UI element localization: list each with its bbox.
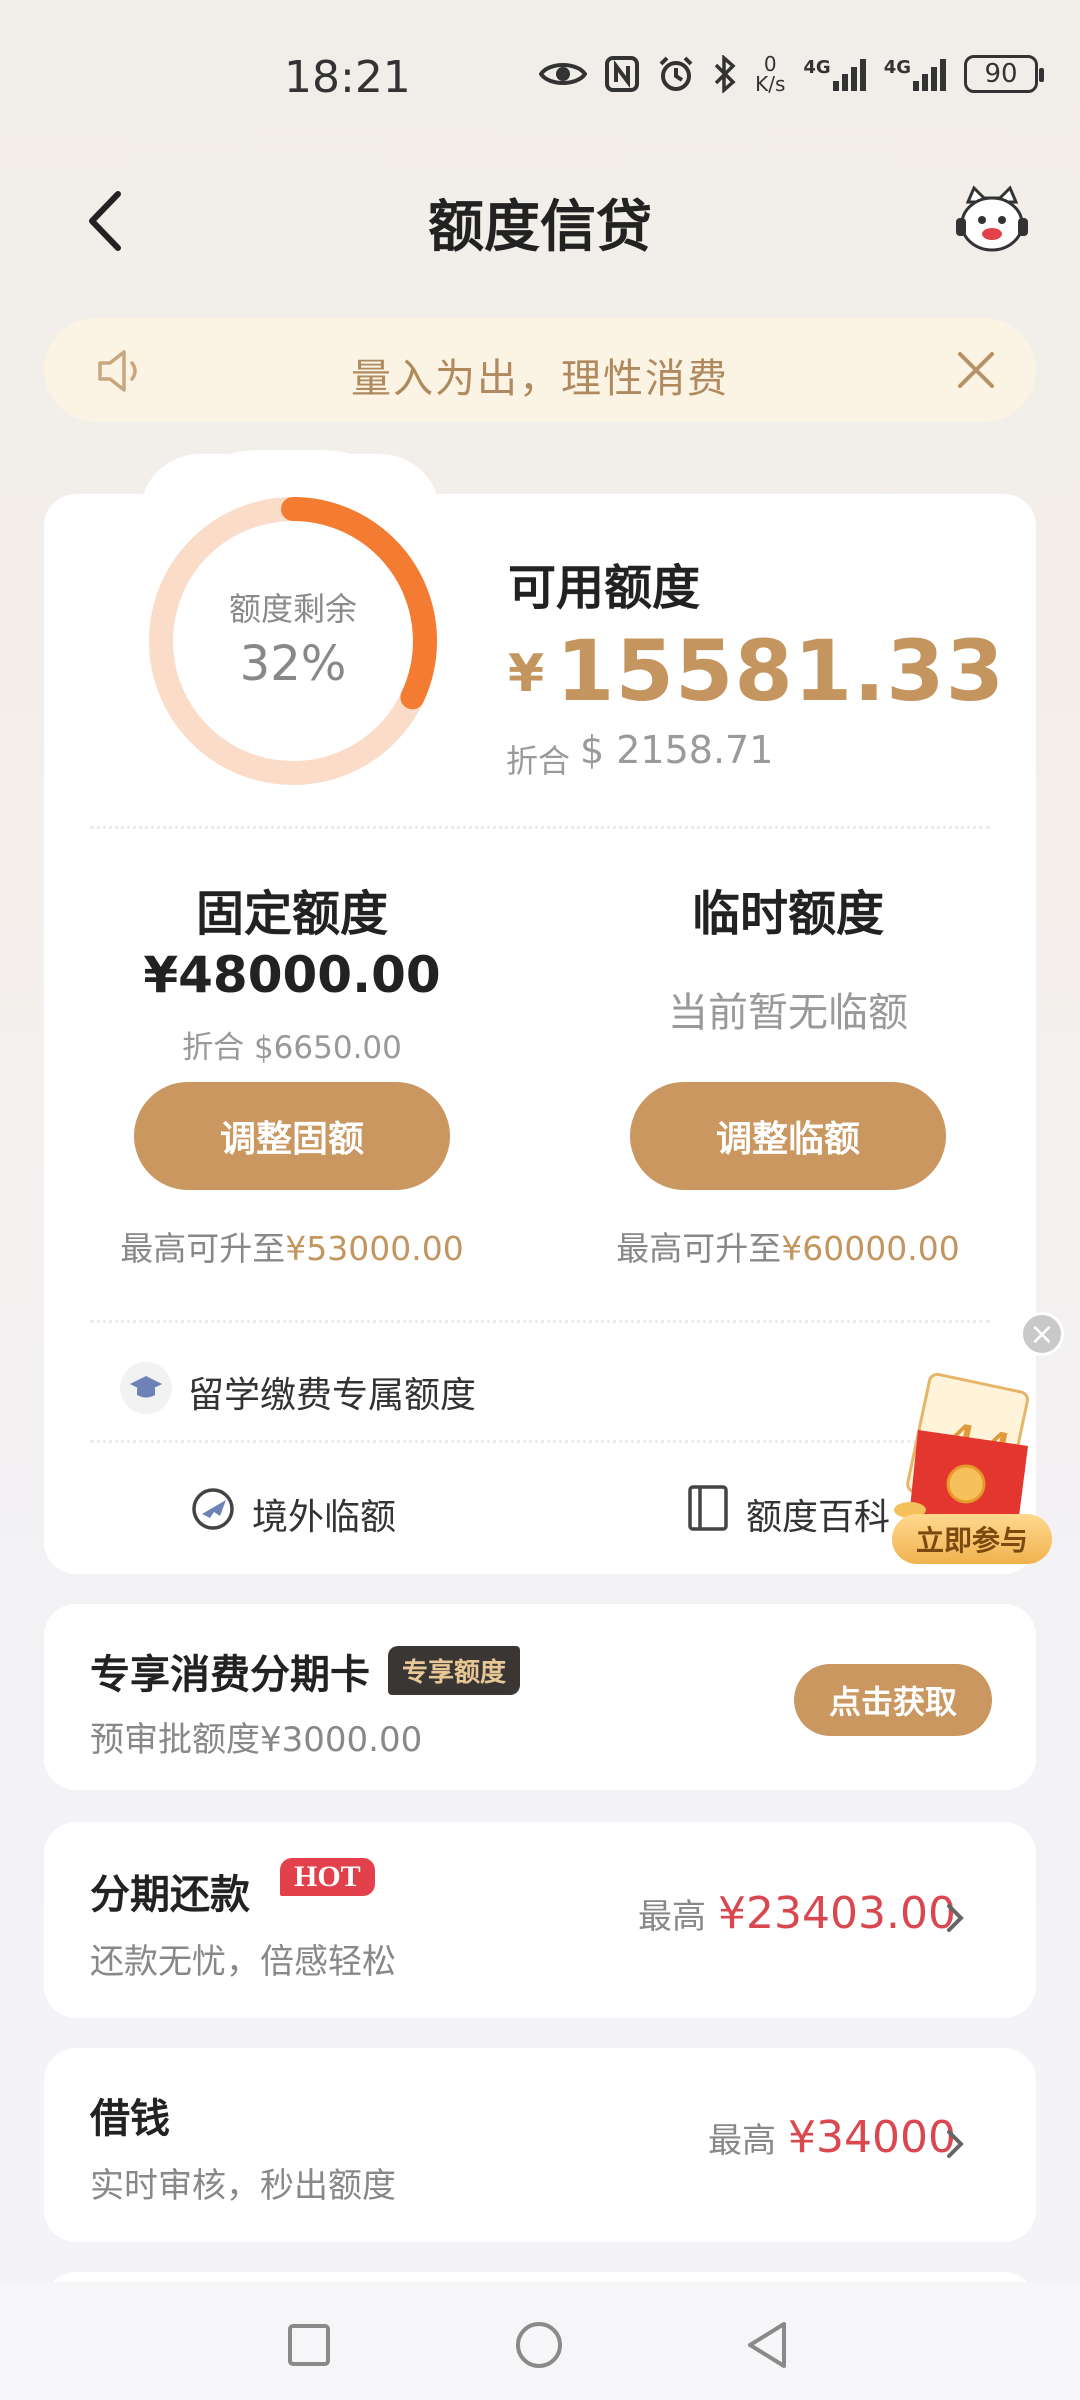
fixed-quota-convert: 折合 $6650.00 <box>182 1030 402 1066</box>
installment-repay-sub: 还款无忧，倍感轻松 <box>90 1942 396 1982</box>
ring-label: 额度剩余 <box>228 590 357 628</box>
borrow-title: 借钱 <box>90 2096 170 2142</box>
currency-symbol: ¥ <box>508 644 545 704</box>
battery-indicator: 90 <box>964 55 1044 93</box>
join-now-button[interactable]: 立即参与 <box>892 1514 1052 1564</box>
divider <box>90 826 990 829</box>
borrow-max: 最高 ¥34000 <box>708 2112 956 2163</box>
temp-quota-title: 临时额度 <box>691 886 884 942</box>
borrow-sub: 实时审核，秒出额度 <box>90 2166 396 2206</box>
installment-card-sub: 预审批额度¥3000.00 <box>90 1720 423 1760</box>
bluetooth-icon <box>714 55 736 93</box>
temp-quota-status: 当前暂无临额 <box>668 990 908 1036</box>
exclusive-tag: 专享额度 <box>388 1646 521 1695</box>
temp-max-line: 最高可升至¥60000.00 <box>616 1229 960 1268</box>
system-nav-bar <box>0 2282 1080 2400</box>
page-title: 额度信贷 <box>428 195 652 260</box>
fixed-quota-amount: ¥48000.00 <box>143 946 441 1004</box>
fixed-max-line: 最高可升至¥53000.00 <box>120 1229 464 1268</box>
net-speed: 0 K/s <box>755 52 786 96</box>
notice-text: 量入为出，理性消费 <box>351 356 729 402</box>
divider <box>90 1320 990 1323</box>
adjust-fixed-button[interactable]: 调整固额 <box>134 1082 450 1190</box>
convert-label: 折合 <box>506 742 571 780</box>
fixed-quota-title: 固定额度 <box>195 886 388 942</box>
ring-percent: 32% <box>239 636 347 692</box>
square-icon[interactable] <box>286 2322 332 2368</box>
installment-card-title: 专享消费分期卡 <box>90 1652 370 1698</box>
adjust-temp-button[interactable]: 调整临额 <box>630 1082 946 1190</box>
study-abroad-link[interactable]: 留学缴费专属额度 <box>188 1366 476 1418</box>
signal-1: 4G <box>803 57 866 91</box>
get-now-button[interactable]: 点击获取 <box>794 1664 992 1736</box>
promo-close-button[interactable]: × <box>1020 1312 1064 1356</box>
available-amount: 15581.33 <box>556 622 1006 720</box>
convert-amount: $ 2158.71 <box>580 728 774 772</box>
circle-icon[interactable] <box>514 2320 564 2370</box>
notice-bar: 量入为出，理性消费 <box>44 318 1036 422</box>
overseas-temp-link[interactable]: 境外临额 <box>252 1488 396 1540</box>
signal-2: 4G <box>884 57 946 91</box>
hot-tag: HOT <box>280 1858 375 1896</box>
chevron-right-icon <box>947 1904 964 1932</box>
divider <box>90 1440 990 1443</box>
triangle-back-icon[interactable] <box>744 2320 790 2370</box>
available-label: 可用额度 <box>508 560 701 616</box>
graduation-cap-icon <box>120 1362 172 1414</box>
status-time: 18:21 <box>284 52 411 103</box>
installment-repay-max: 最高 ¥23403.00 <box>638 1888 956 1939</box>
book-icon <box>688 1485 728 1531</box>
close-icon[interactable] <box>954 348 998 392</box>
installment-repay-title: 分期还款 <box>90 1872 250 1918</box>
nfc-icon <box>605 56 640 92</box>
eye-icon <box>539 63 588 85</box>
mascot-icon[interactable] <box>954 184 1030 260</box>
status-icons: 0 K/s 4G 4G 90 <box>539 52 1044 96</box>
encyclopedia-link[interactable]: 额度百科 <box>746 1488 890 1540</box>
alarm-icon <box>659 56 693 91</box>
chevron-right-icon <box>947 2130 964 2158</box>
plane-icon <box>192 1488 234 1530</box>
